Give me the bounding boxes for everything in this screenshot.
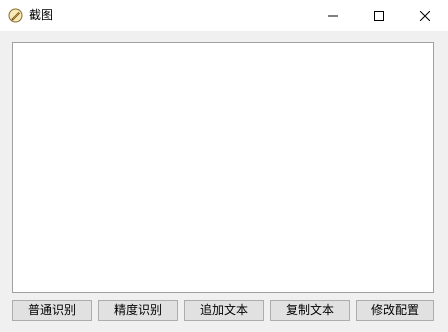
minimize-button[interactable] bbox=[310, 0, 356, 31]
copy-text-button[interactable]: 复制文本 bbox=[270, 300, 350, 321]
close-icon bbox=[419, 6, 431, 25]
accurate-ocr-button[interactable]: 精度识别 bbox=[98, 300, 178, 321]
pen-circle-icon bbox=[8, 8, 23, 23]
minimize-icon bbox=[328, 6, 338, 25]
append-text-button[interactable]: 追加文本 bbox=[184, 300, 264, 321]
title-bar[interactable]: 截图 bbox=[0, 0, 448, 31]
window-title: 截图 bbox=[29, 8, 54, 22]
modify-config-button[interactable]: 修改配置 bbox=[356, 300, 434, 321]
maximize-button[interactable] bbox=[356, 0, 402, 31]
maximize-icon bbox=[374, 6, 384, 25]
screenshot-window: 截图 普通识别 精度识别 追加文本 复制文本 修改配置 bbox=[0, 0, 448, 332]
close-button[interactable] bbox=[402, 0, 448, 31]
result-text-area[interactable] bbox=[12, 42, 434, 293]
normal-ocr-button[interactable]: 普通识别 bbox=[12, 300, 92, 321]
